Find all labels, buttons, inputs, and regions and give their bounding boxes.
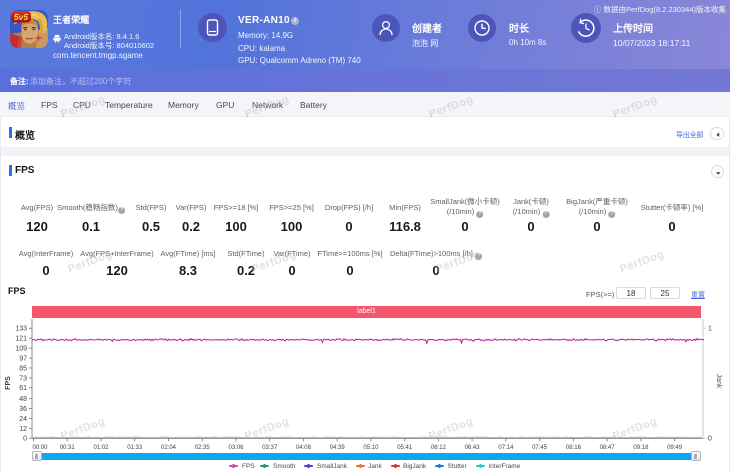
svg-text:1: 1 [708,326,712,333]
svg-text:00:00: 00:00 [32,445,48,451]
svg-text:133: 133 [15,326,27,333]
svg-text:01:33: 01:33 [127,445,143,451]
svg-text:03:06: 03:06 [228,445,244,451]
svg-text:00:31: 00:31 [60,445,76,451]
svg-text:48: 48 [19,396,27,403]
svg-text:73: 73 [19,375,27,382]
svg-text:02:35: 02:35 [195,445,211,451]
svg-text:03:37: 03:37 [262,445,278,451]
svg-text:12: 12 [19,426,27,433]
svg-text:85: 85 [19,365,27,372]
svg-text:05:10: 05:10 [363,445,379,451]
svg-text:Jank: Jank [715,374,722,389]
svg-text:109: 109 [15,346,27,353]
svg-text:121: 121 [15,336,27,343]
svg-text:09:18: 09:18 [633,445,649,451]
svg-text:04:39: 04:39 [330,445,346,451]
svg-text:06:12: 06:12 [431,445,447,451]
svg-text:08:16: 08:16 [566,445,582,451]
svg-text:02:04: 02:04 [161,445,177,451]
svg-text:36: 36 [19,406,27,413]
svg-text:24: 24 [19,416,27,423]
svg-text:07:45: 07:45 [532,445,548,451]
svg-text:07:14: 07:14 [498,445,514,451]
svg-text:97: 97 [19,356,27,363]
svg-text:61: 61 [19,385,27,392]
svg-text:05:41: 05:41 [397,445,413,451]
svg-text:01:02: 01:02 [93,445,109,451]
svg-text:FPS: FPS [5,376,12,390]
svg-text:0: 0 [23,436,27,443]
svg-text:06:43: 06:43 [465,445,481,451]
svg-text:08:47: 08:47 [600,445,616,451]
svg-text:04:08: 04:08 [296,445,312,451]
svg-text:0: 0 [708,436,712,443]
svg-text:09:49: 09:49 [667,445,683,451]
